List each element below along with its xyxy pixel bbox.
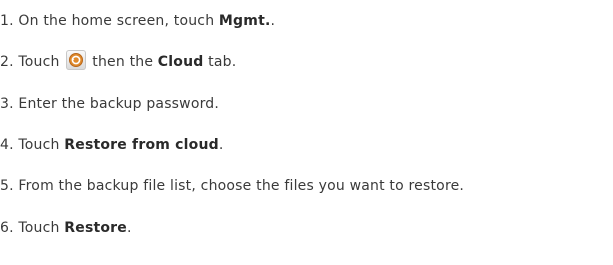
step-text-end: . (126, 220, 132, 236)
step-text: On the home screen, touch (18, 13, 219, 29)
backup-restore-icon (66, 50, 87, 70)
step-1: 1. On the home screen, touch Mgmt.. (0, 9, 275, 33)
step-2: 2. Touch then the Cloud tab. (0, 50, 236, 74)
instruction-steps: 1. On the home screen, touch Mgmt.. 2. T… (0, 0, 613, 265)
step-text: Touch (18, 54, 60, 70)
step-text-end: tab. (203, 54, 237, 70)
step-number: 1. (0, 13, 19, 29)
step-5: 5. From the backup file list, choose the… (0, 174, 464, 198)
step-number: 5. (0, 178, 19, 194)
step-3: 3. Enter the backup password. (0, 92, 219, 116)
step-text-mid: then the (92, 54, 158, 70)
step-number: 4. (0, 137, 19, 153)
step-number: 2. (0, 54, 19, 70)
step-number: 6. (0, 220, 19, 236)
step-text-end: . (218, 137, 224, 153)
step-text: Touch (18, 137, 65, 153)
step-bold-term: Mgmt. (218, 13, 271, 29)
step-text: Enter the backup password. (18, 96, 220, 112)
step-text-end: . (270, 13, 276, 29)
step-6: 6. Touch Restore. (0, 216, 132, 240)
step-number: 3. (0, 96, 19, 112)
step-bold-term: Restore (64, 220, 127, 236)
step-4: 4. Touch Restore from cloud. (0, 133, 224, 157)
step-text: Touch (18, 220, 65, 236)
step-bold-term: Restore from cloud (64, 137, 219, 153)
step-text: From the backup file list, choose the fi… (18, 178, 465, 194)
step-bold-term: Cloud (157, 54, 204, 70)
